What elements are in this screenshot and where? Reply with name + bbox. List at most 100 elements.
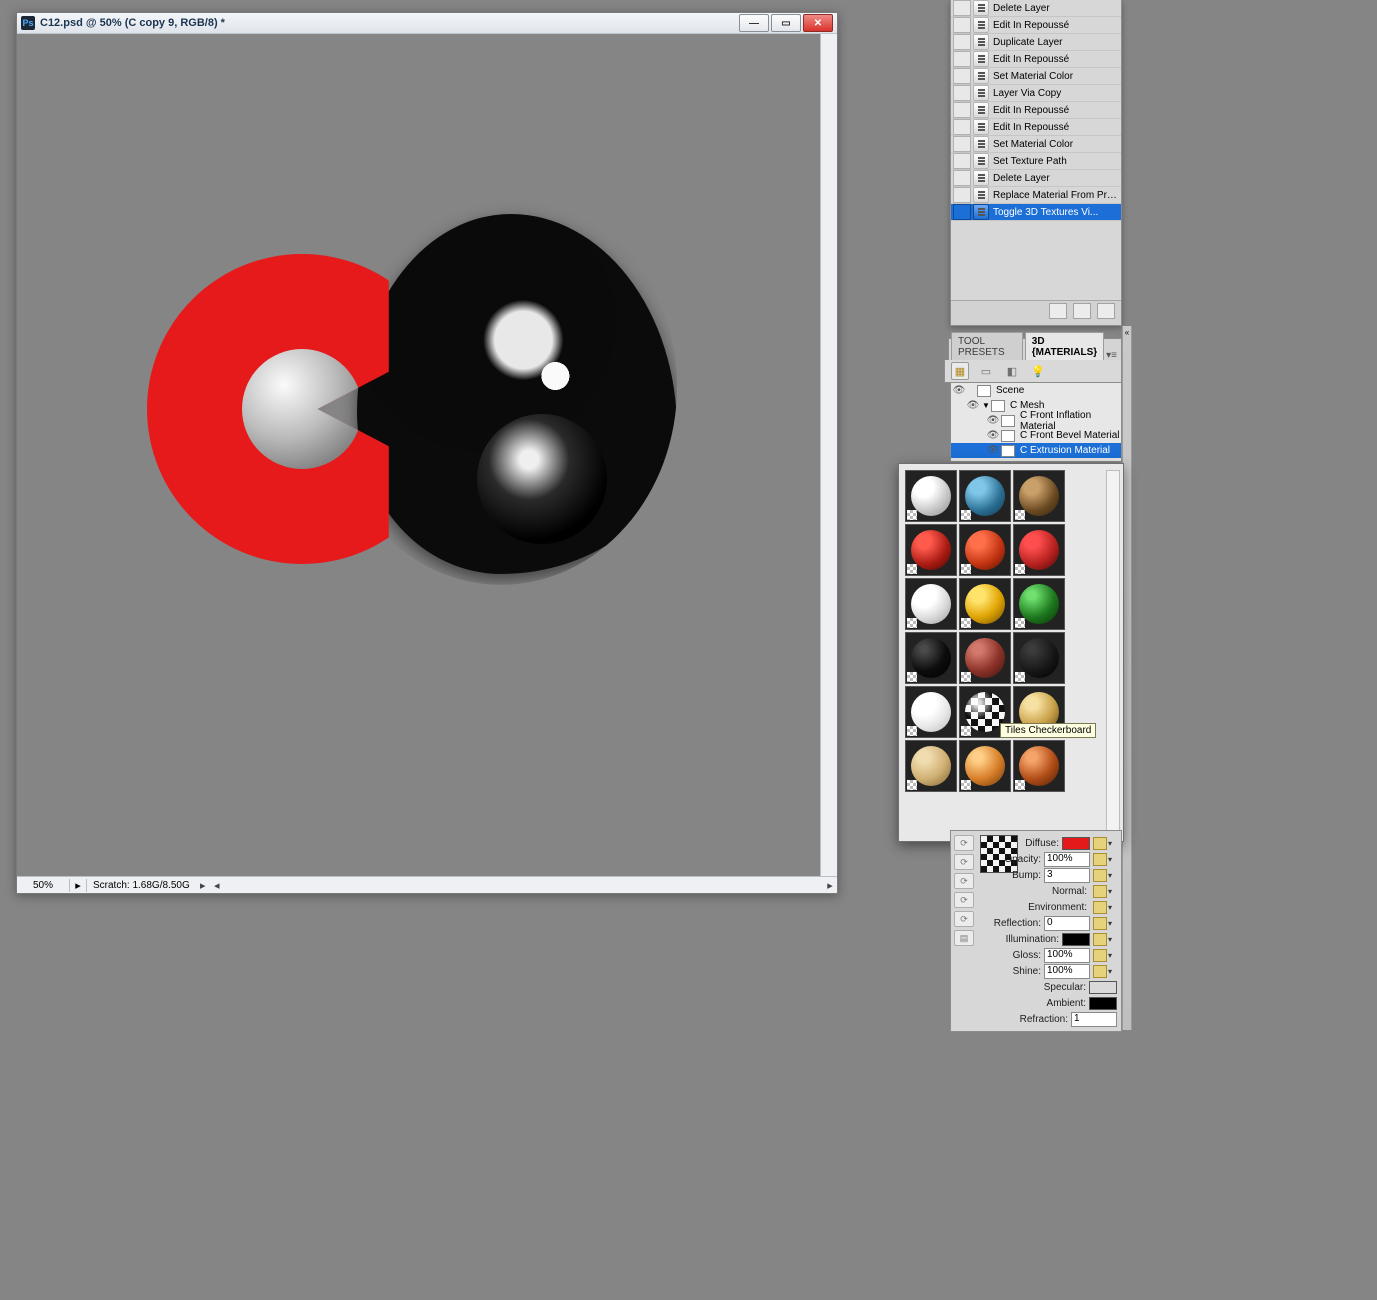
picker-scrollbar[interactable] [1106, 470, 1120, 835]
material-thumb[interactable] [1013, 470, 1065, 522]
info-icon[interactable]: ▸ [70, 879, 87, 892]
scene-material-selected[interactable]: 👁C Extrusion Material [951, 443, 1121, 458]
app-icon: Ps [21, 16, 35, 30]
prop-label: Illumination: [1006, 934, 1059, 945]
vertical-scrollbar[interactable] [820, 34, 837, 877]
filter-light-icon[interactable]: 💡 [1029, 362, 1047, 380]
material-thumb[interactable] [905, 686, 957, 738]
minimize-button[interactable]: — [739, 14, 769, 32]
document-window: Ps C12.psd @ 50% (C copy 9, RGB/8) * — ▭… [16, 12, 838, 894]
history-item[interactable]: Edit In Repoussé [951, 51, 1121, 68]
ambient-swatch[interactable] [1089, 997, 1117, 1010]
texture-folder-icon[interactable] [1093, 917, 1107, 930]
filter-scene-icon[interactable]: ▦ [951, 362, 969, 380]
scratch-info: Scratch: 1.68G/8.50G [87, 880, 196, 891]
material-thumb[interactable] [905, 470, 957, 522]
tab-tool-presets[interactable]: TOOL PRESETS [951, 332, 1023, 361]
texture-folder-icon[interactable] [1093, 949, 1107, 962]
prop-label: Refraction: [1020, 1014, 1068, 1025]
history-list[interactable]: Delete Layer Edit In Repoussé Duplicate … [951, 0, 1121, 300]
document-titlebar[interactable]: Ps C12.psd @ 50% (C copy 9, RGB/8) * — ▭… [17, 13, 837, 34]
close-button[interactable]: ✕ [803, 14, 833, 32]
gloss-input[interactable]: 100% [1044, 948, 1090, 963]
material-thumb[interactable] [905, 578, 957, 630]
canvas-area[interactable]: 50% ▸ Scratch: 1.68G/8.50G ▸ ◂ ▸ [17, 34, 837, 893]
new-state-icon[interactable] [1073, 303, 1091, 319]
prop-label: Environment: [1028, 902, 1087, 913]
maximize-button[interactable]: ▭ [771, 14, 801, 32]
material-thumb[interactable] [905, 632, 957, 684]
texture-folder-icon[interactable] [1093, 933, 1107, 946]
texture-folder-icon[interactable] [1093, 901, 1107, 914]
scroll-left-arrow[interactable]: ◂ [210, 879, 224, 892]
texture-folder-icon[interactable] [1093, 965, 1107, 978]
specular-swatch[interactable] [1089, 981, 1117, 994]
history-item[interactable]: Layer Via Copy [951, 85, 1121, 102]
material-thumb[interactable] [959, 632, 1011, 684]
history-item-selected[interactable]: Toggle 3D Textures Vi... [951, 204, 1121, 221]
scroll-menu-arrow[interactable]: ▸ [196, 879, 210, 892]
diffuse-swatch[interactable] [1062, 837, 1090, 850]
history-item[interactable]: Delete Layer [951, 0, 1121, 17]
history-item[interactable]: Set Material Color [951, 136, 1121, 153]
status-bar: 50% ▸ Scratch: 1.68G/8.50G ▸ ◂ ▸ [17, 876, 837, 893]
filter-mesh-icon[interactable]: ▭ [977, 362, 995, 380]
material-thumb[interactable] [1013, 740, 1065, 792]
texture-folder-icon[interactable] [1093, 869, 1107, 882]
prop-label: Bump: [1012, 870, 1041, 881]
filter-mode-row: ▦ ▭ ◧ 💡 [944, 360, 1122, 383]
material-thumb[interactable] [1013, 632, 1065, 684]
material-thumb[interactable] [905, 524, 957, 576]
refraction-input[interactable]: 1 [1071, 1012, 1117, 1027]
history-item[interactable]: Duplicate Layer [951, 34, 1121, 51]
prop-label: Specular: [1044, 982, 1086, 993]
illumination-swatch[interactable] [1062, 933, 1090, 946]
history-item[interactable]: Delete Layer [951, 170, 1121, 187]
strip-collapse-icon[interactable]: « [1123, 328, 1131, 337]
prop-label: Ambient: [1047, 998, 1086, 1009]
document-title: C12.psd @ 50% (C copy 9, RGB/8) * [40, 17, 225, 29]
material-tooltip: Tiles Checkerboard [1000, 723, 1096, 738]
history-item[interactable]: Edit In Repoussé [951, 102, 1121, 119]
material-thumb[interactable] [959, 578, 1011, 630]
zoom-field[interactable]: 50% [17, 879, 70, 892]
reflection-input[interactable]: 0 [1044, 916, 1090, 931]
history-item[interactable]: Set Material Color [951, 68, 1121, 85]
material-thumb[interactable] [1013, 578, 1065, 630]
material-thumb[interactable] [959, 524, 1011, 576]
panel-tabs: TOOL PRESETS 3D {MATERIALS} ▾≡ [948, 338, 1122, 361]
opacity-input[interactable]: 100% [1044, 852, 1090, 867]
prop-label: Opacity: [1004, 854, 1041, 865]
history-item[interactable]: Replace Material From Preset [951, 187, 1121, 204]
scroll-right-arrow[interactable]: ▸ [823, 879, 837, 892]
history-footer [951, 300, 1121, 325]
trash-icon[interactable] [1097, 303, 1115, 319]
scene-tree[interactable]: 👁Scene 👁▼C Mesh 👁C Front Inflation Mater… [950, 382, 1122, 462]
material-properties: ⟳ ⟳ ⟳ ⟳ ⟳ ▤ Diffuse:▾ Opacity:100%▾ Bump… [950, 830, 1122, 1032]
artwork [27, 54, 811, 863]
material-thumb[interactable] [905, 740, 957, 792]
scene-material[interactable]: 👁C Front Inflation Material [951, 413, 1121, 428]
history-item[interactable]: Edit In Repoussé [951, 17, 1121, 34]
prop-label: Normal: [1052, 886, 1087, 897]
shine-input[interactable]: 100% [1044, 964, 1090, 979]
texture-folder-icon[interactable] [1093, 853, 1107, 866]
texture-folder-icon[interactable] [1093, 837, 1107, 850]
history-panel: Delete Layer Edit In Repoussé Duplicate … [950, 0, 1122, 326]
history-item[interactable]: Edit In Repoussé [951, 119, 1121, 136]
filter-material-icon[interactable]: ◧ [1003, 362, 1021, 380]
material-grid [905, 470, 1117, 790]
bump-input[interactable]: 3 [1044, 868, 1090, 883]
prop-label: Gloss: [1013, 950, 1041, 961]
prop-label: Shine: [1013, 966, 1041, 977]
material-thumb[interactable] [959, 740, 1011, 792]
history-item[interactable]: Set Texture Path [951, 153, 1121, 170]
camera-icon[interactable] [1049, 303, 1067, 319]
material-thumb[interactable] [959, 470, 1011, 522]
scene-material[interactable]: 👁C Front Bevel Material [951, 428, 1121, 443]
texture-folder-icon[interactable] [1093, 885, 1107, 898]
scene-root[interactable]: 👁Scene [951, 383, 1121, 398]
tab-3d-materials[interactable]: 3D {MATERIALS} [1025, 332, 1104, 361]
prop-label: Reflection: [994, 918, 1041, 929]
material-thumb[interactable] [1013, 524, 1065, 576]
